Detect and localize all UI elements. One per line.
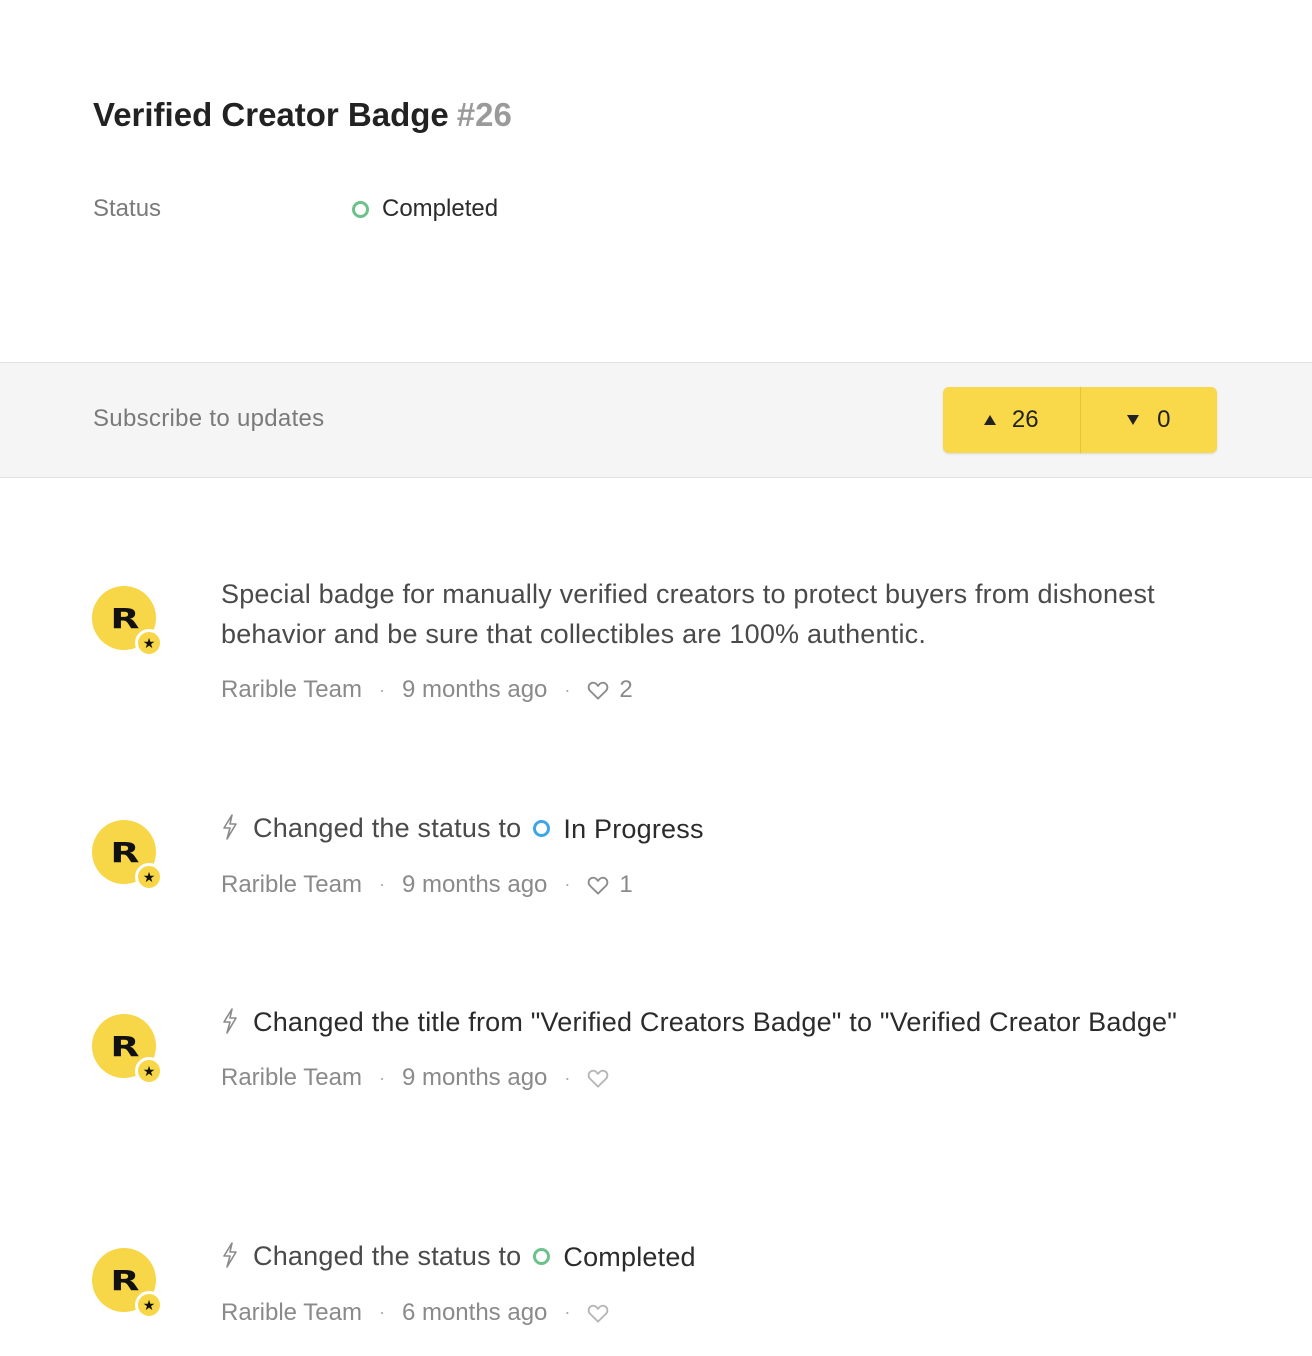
title-change-text: Changed the title from "Verified Creator… bbox=[221, 1002, 1181, 1042]
triangle-down-icon bbox=[1127, 415, 1140, 425]
activity-meta: Rarible Team · 9 months ago · bbox=[221, 1064, 1181, 1092]
lightning-bolt-icon bbox=[223, 814, 237, 840]
heart-icon bbox=[588, 1304, 609, 1323]
like-count: 2 bbox=[619, 676, 633, 703]
like-button[interactable] bbox=[587, 1068, 619, 1088]
rarible-logo-icon: R bbox=[110, 835, 139, 869]
activity-meta: Rarible Team · 9 months ago · 2 bbox=[221, 676, 633, 704]
status-ring-icon bbox=[533, 820, 551, 837]
downvote-count: 0 bbox=[1157, 406, 1171, 433]
triangle-up-icon bbox=[983, 415, 996, 425]
status-label: Status bbox=[93, 195, 162, 222]
lightning-bolt-icon bbox=[223, 1242, 237, 1268]
avatar[interactable]: R ★ bbox=[92, 820, 163, 891]
post-header: Verified Creator Badge #26 bbox=[93, 96, 512, 134]
status-change-text: Changed the status to Completed bbox=[221, 1236, 1181, 1277]
page-title: Verified Creator Badge #26 bbox=[93, 96, 512, 134]
like-button[interactable]: 1 bbox=[587, 870, 633, 899]
post-number: #26 bbox=[456, 96, 512, 133]
upvote-button[interactable]: 26 bbox=[943, 387, 1080, 453]
vote-box: 26 0 bbox=[943, 387, 1217, 453]
heart-icon bbox=[588, 1069, 609, 1088]
status-ring-icon bbox=[352, 200, 369, 218]
status-row: Status Completed bbox=[93, 195, 498, 223]
comment-text: Special badge for manually verified crea… bbox=[221, 579, 1155, 649]
subscribe-bar: Subscribe to updates 26 0 bbox=[0, 362, 1312, 478]
activity-meta: Rarible Team · 9 months ago · 1 bbox=[221, 870, 633, 899]
timestamp[interactable]: 6 months ago bbox=[402, 1299, 547, 1327]
star-badge-icon: ★ bbox=[135, 1057, 163, 1085]
status-change-value: In Progress bbox=[563, 813, 704, 844]
status-change-prefix: Changed the status to bbox=[253, 813, 522, 843]
upvote-count: 26 bbox=[1011, 406, 1039, 433]
avatar[interactable]: R ★ bbox=[92, 1014, 163, 1085]
rarible-logo-icon: R bbox=[110, 1263, 139, 1297]
author-name[interactable]: Rarible Team bbox=[221, 676, 362, 704]
status-change-value: Completed bbox=[563, 1241, 696, 1272]
author-name[interactable]: Rarible Team bbox=[221, 1299, 362, 1327]
title-change-value: Changed the title from "Verified Creator… bbox=[253, 1007, 1178, 1037]
downvote-button[interactable]: 0 bbox=[1079, 387, 1218, 453]
avatar[interactable]: R ★ bbox=[92, 1248, 163, 1319]
star-badge-icon: ★ bbox=[135, 629, 163, 657]
timestamp[interactable]: 9 months ago bbox=[402, 1064, 547, 1092]
timestamp[interactable]: 9 months ago bbox=[402, 871, 547, 899]
author-name[interactable]: Rarible Team bbox=[221, 871, 362, 899]
like-count: 1 bbox=[619, 870, 633, 898]
rarible-logo-icon: R bbox=[110, 1029, 139, 1063]
rarible-logo-icon: R bbox=[110, 601, 139, 635]
author-name[interactable]: Rarible Team bbox=[221, 1064, 362, 1092]
lightning-bolt-icon bbox=[223, 1008, 237, 1034]
status-badge: Completed bbox=[352, 195, 498, 223]
heart-icon bbox=[588, 876, 609, 895]
timestamp[interactable]: 9 months ago bbox=[402, 676, 547, 704]
heart-icon bbox=[588, 681, 609, 700]
subscribe-link[interactable]: Subscribe to updates bbox=[93, 405, 324, 433]
activity-meta: Rarible Team · 6 months ago · bbox=[221, 1299, 1181, 1327]
status-ring-icon bbox=[533, 1248, 551, 1265]
post-title: Verified Creator Badge bbox=[93, 96, 449, 133]
star-badge-icon: ★ bbox=[135, 1291, 163, 1319]
avatar[interactable]: R ★ bbox=[92, 586, 163, 657]
status-change-text: Changed the status to In Progress bbox=[221, 808, 1181, 849]
status-change-prefix: Changed the status to bbox=[253, 1241, 522, 1271]
star-badge-icon: ★ bbox=[135, 863, 163, 891]
like-button[interactable] bbox=[587, 1303, 619, 1323]
status-value: Completed bbox=[382, 195, 499, 222]
like-button[interactable]: 2 bbox=[587, 676, 633, 704]
